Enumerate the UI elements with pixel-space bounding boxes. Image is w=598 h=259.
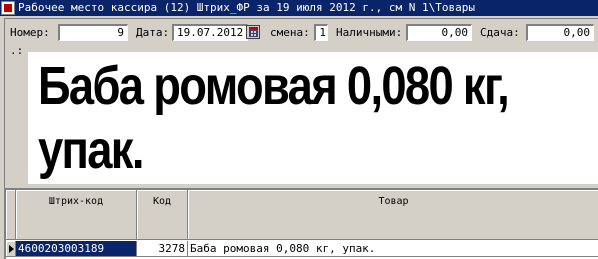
- date-label: Дата:: [136, 26, 170, 39]
- display-line-2: упак.: [38, 120, 144, 180]
- column-header-product[interactable]: Товар: [188, 190, 598, 240]
- change-label: Сдача:: [480, 26, 520, 39]
- app-icon[interactable]: [1, 1, 15, 15]
- date-field[interactable]: 19.07.2012: [172, 24, 248, 41]
- title-bar: Рабочее место кассира (12) Штрих_ФР за 1…: [0, 0, 598, 16]
- item-display: Баба ромовая 0,080 кг, упак.: [28, 52, 598, 184]
- display-marker: .:: [10, 44, 24, 57]
- header-indicator: [6, 190, 16, 240]
- cell-product[interactable]: Баба ромовая 0,080 кг, упак.: [188, 241, 598, 257]
- row-indicator: [6, 241, 16, 257]
- header-fields: Номер: 9 Дата: 19.07.2012 смена: 1 Налич…: [0, 22, 598, 44]
- calendar-button[interactable]: [246, 25, 260, 39]
- shift-field[interactable]: 1: [314, 24, 328, 41]
- column-header-code[interactable]: Код: [137, 190, 188, 240]
- table-row[interactable]: 4600203003189 3278 Баба ромовая 0,080 кг…: [6, 241, 598, 257]
- cell-code[interactable]: 3278: [137, 241, 188, 257]
- current-row-arrow-icon: [9, 245, 14, 253]
- cash-label: Наличными:: [336, 26, 403, 39]
- cash-field[interactable]: 0,00: [406, 24, 472, 41]
- number-field[interactable]: 9: [58, 24, 128, 41]
- column-header-barcode[interactable]: Штрих-код: [16, 190, 137, 240]
- grid-header: Штрих-код Код Товар: [6, 190, 598, 240]
- display-line-1: Баба ромовая 0,080 кг,: [38, 56, 510, 116]
- items-grid[interactable]: Штрих-код Код Товар 4600203003189 3278 Б…: [4, 188, 598, 259]
- number-label: Номер:: [10, 26, 50, 39]
- window-title: Рабочее место кассира (12) Штрих_ФР за 1…: [18, 1, 475, 14]
- change-field[interactable]: 0,00: [526, 24, 594, 41]
- shift-label: смена:: [270, 26, 310, 39]
- cell-barcode[interactable]: 4600203003189: [16, 241, 137, 257]
